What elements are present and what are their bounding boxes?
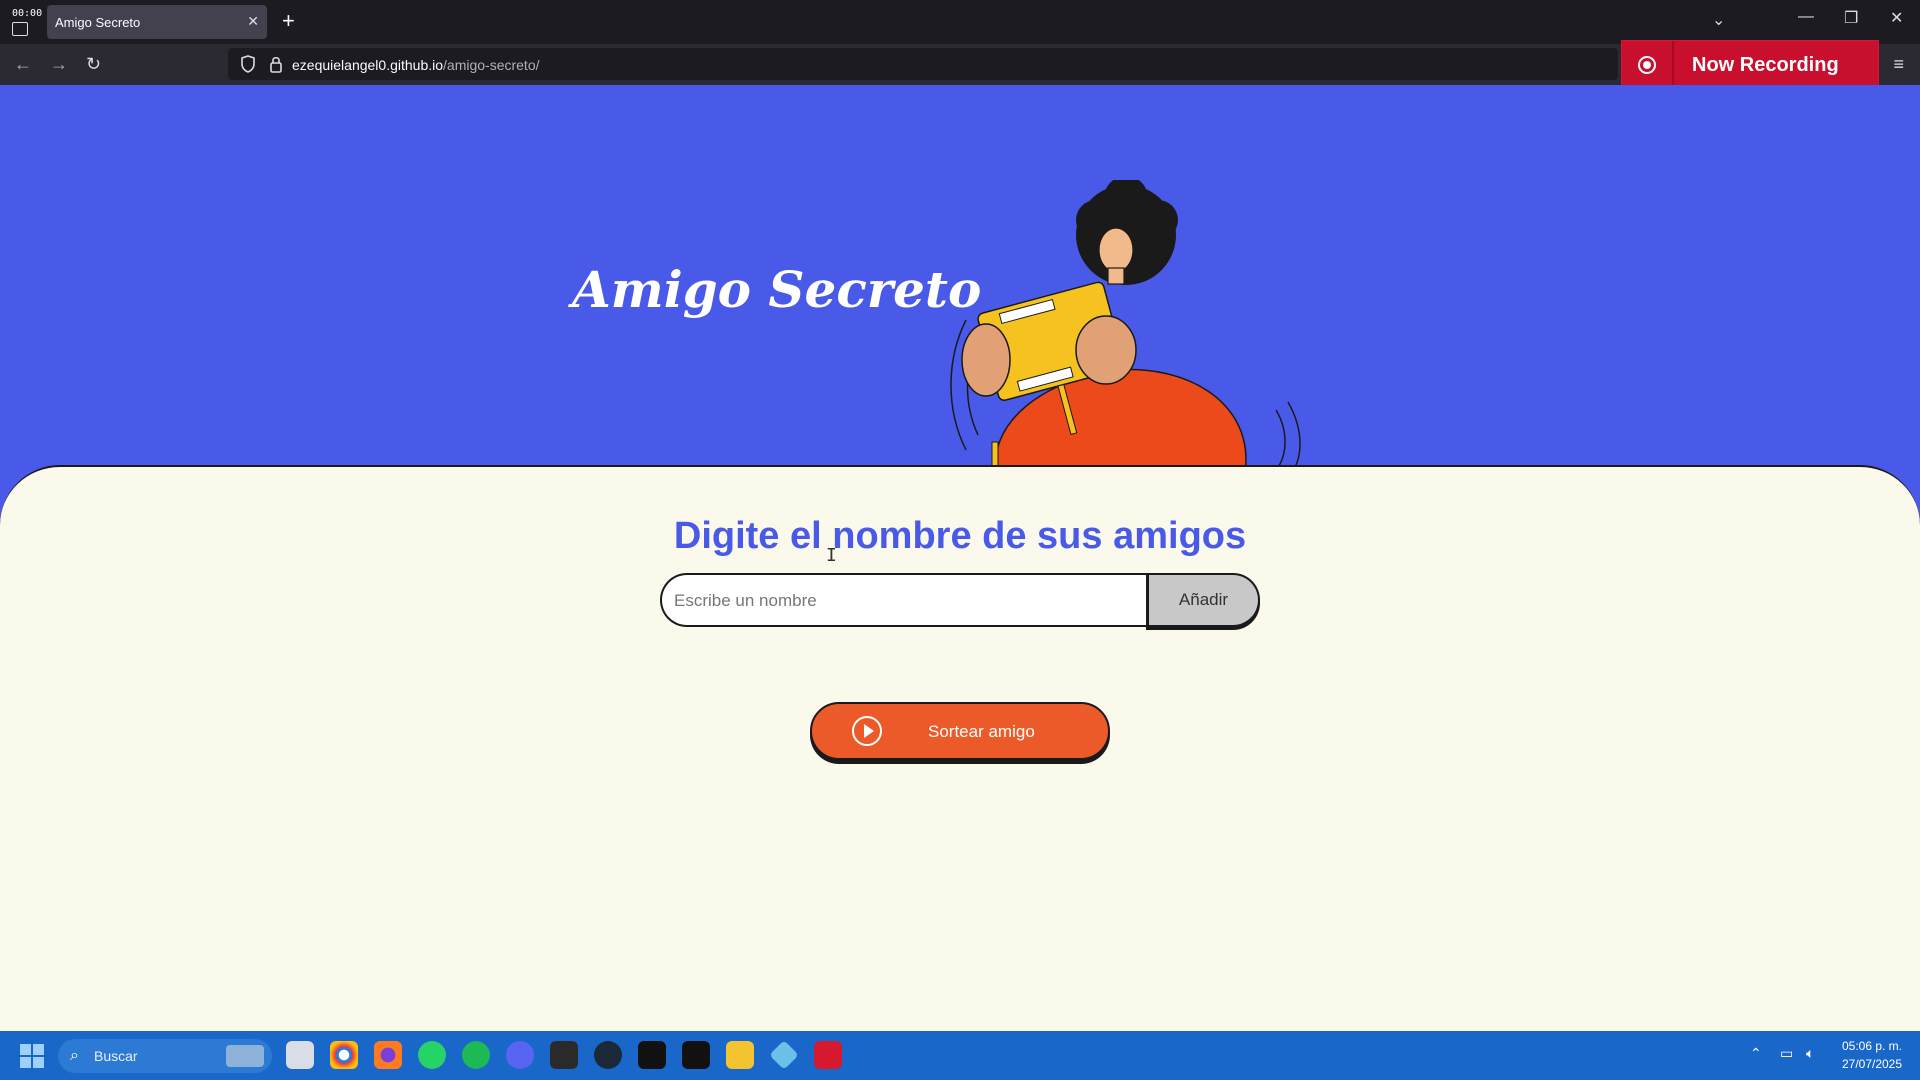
volume-icon[interactable]: 🔈︎ [1806, 1045, 1814, 1062]
clock-time: 05:06 p. m. [1841, 1039, 1903, 1053]
whatsapp-icon[interactable] [418, 1041, 446, 1069]
file-explorer-icon[interactable] [726, 1041, 754, 1069]
news-app-icon[interactable] [286, 1041, 314, 1069]
app-icon[interactable] [682, 1041, 710, 1069]
recorder-widget[interactable]: 00:00 [6, 8, 42, 36]
recorder-icon [12, 22, 28, 36]
play-icon [852, 716, 882, 746]
taskbar-search[interactable]: ⌕ Buscar [58, 1039, 272, 1073]
recording-label: Now Recording [1692, 54, 1839, 76]
close-tab-icon[interactable]: ✕ [247, 13, 259, 30]
search-icon: ⌕ [70, 1047, 79, 1064]
name-input-group: Escribe un nombre Añadir [660, 573, 1260, 627]
url-bar[interactable]: ezequielangel0.github.io/amigo-secreto/ [228, 48, 1618, 80]
firefox-icon[interactable] [374, 1041, 402, 1069]
record-icon [1622, 41, 1674, 89]
forward-icon[interactable]: → [50, 54, 68, 75]
url-path: /amigo-secreto/ [443, 57, 540, 73]
amd-icon[interactable] [814, 1041, 842, 1069]
text-cursor-icon: I [826, 545, 837, 566]
name-input-placeholder: Escribe un nombre [674, 591, 817, 610]
chrome-icon[interactable] [330, 1041, 358, 1069]
tab-amigo-secreto[interactable]: Amigo Secreto ✕ [47, 5, 267, 39]
sourcetree-icon[interactable] [769, 1040, 799, 1070]
spotify-icon[interactable] [462, 1041, 490, 1069]
form-card: Digite el nombre de sus amigos Escribe u… [0, 465, 1920, 1031]
recorder-timer: 00:00 [12, 8, 43, 19]
add-button[interactable]: Añadir [1146, 573, 1260, 627]
windows-taskbar: ⌕ Buscar ⌃ ▭ 🔈︎ 05:06 p. m. 27/07/2025 [0, 1031, 1920, 1080]
web-page: Amigo Secreto Digite el nombre de sus am… [0, 85, 1920, 1031]
discord-icon[interactable] [506, 1041, 534, 1069]
clock-date: 27/07/2025 [1841, 1057, 1903, 1071]
close-window-icon[interactable]: ✕ [1890, 8, 1903, 28]
system-clock[interactable]: 05:06 p. m. 27/07/2025 [1832, 1037, 1912, 1073]
chevron-down-icon[interactable]: ⌄ [1712, 10, 1725, 30]
lock-icon [270, 56, 282, 73]
back-icon[interactable]: ← [14, 54, 32, 75]
restore-icon[interactable]: ❐ [1844, 8, 1858, 28]
recording-indicator[interactable]: Now Recording [1621, 40, 1879, 90]
browser-tab-bar: 00:00 Amigo Secreto ✕ + ⌄ — ❐ ✕ [0, 0, 1920, 44]
taskbar-search-placeholder: Buscar [94, 1048, 138, 1064]
epic-games-icon[interactable] [550, 1041, 578, 1069]
tab-title: Amigo Secreto [55, 15, 141, 30]
steam-icon[interactable] [594, 1041, 622, 1069]
reload-icon[interactable]: ↻ [86, 54, 101, 75]
url-domain: ezequielangel0.github.io [292, 57, 444, 73]
hamburger-menu-icon[interactable]: ≡ [1893, 54, 1904, 75]
url-text: ezequielangel0.github.io/amigo-secreto/ [292, 57, 540, 73]
search-highlight-icon [226, 1045, 264, 1067]
new-tab-icon[interactable]: + [282, 8, 295, 34]
minimize-icon[interactable]: — [1798, 8, 1814, 26]
draw-friend-button[interactable]: Sortear amigo [810, 702, 1110, 760]
form-heading: Digite el nombre de sus amigos [673, 515, 1247, 557]
capcut-icon[interactable] [638, 1041, 666, 1069]
network-icon[interactable]: ▭ [1780, 1045, 1793, 1062]
name-input[interactable]: Escribe un nombre [660, 573, 1146, 627]
hero-title: Amigo Secreto [572, 260, 982, 319]
draw-friend-label: Sortear amigo [928, 722, 1035, 741]
windows-start-icon[interactable] [20, 1044, 44, 1068]
chevron-up-icon[interactable]: ⌃ [1750, 1045, 1762, 1062]
shield-icon [241, 55, 255, 73]
